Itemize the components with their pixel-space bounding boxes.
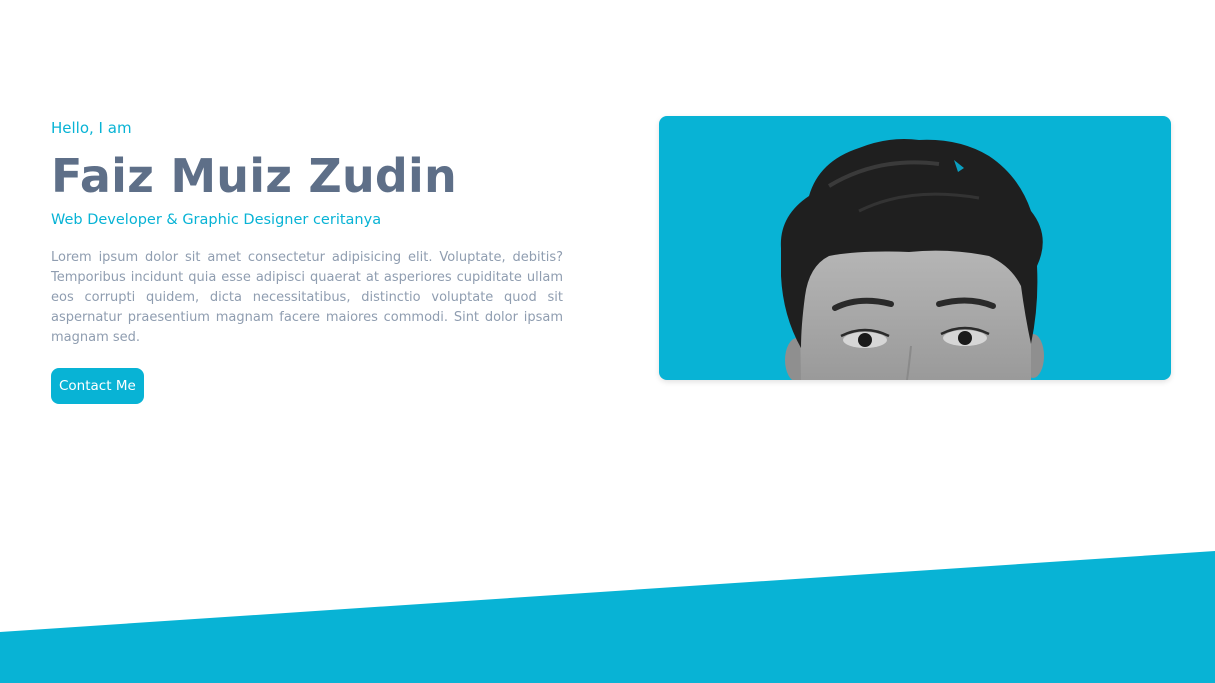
profile-photo [780, 139, 1044, 380]
contact-me-button[interactable]: Contact Me [51, 368, 144, 404]
hero-text-block: Hello, I am Faiz Muiz Zudin Web Develope… [51, 116, 563, 404]
hero-section: Hello, I am Faiz Muiz Zudin Web Develope… [0, 0, 1215, 683]
greeting-text: Hello, I am [51, 119, 132, 137]
bio-paragraph: Lorem ipsum dolor sit amet consectetur a… [51, 250, 563, 345]
role-subtitle: Web Developer & Graphic Designer ceritan… [51, 212, 382, 228]
person-name: Faiz Muiz Zudin [51, 149, 457, 203]
profile-photo-card [659, 116, 1171, 380]
